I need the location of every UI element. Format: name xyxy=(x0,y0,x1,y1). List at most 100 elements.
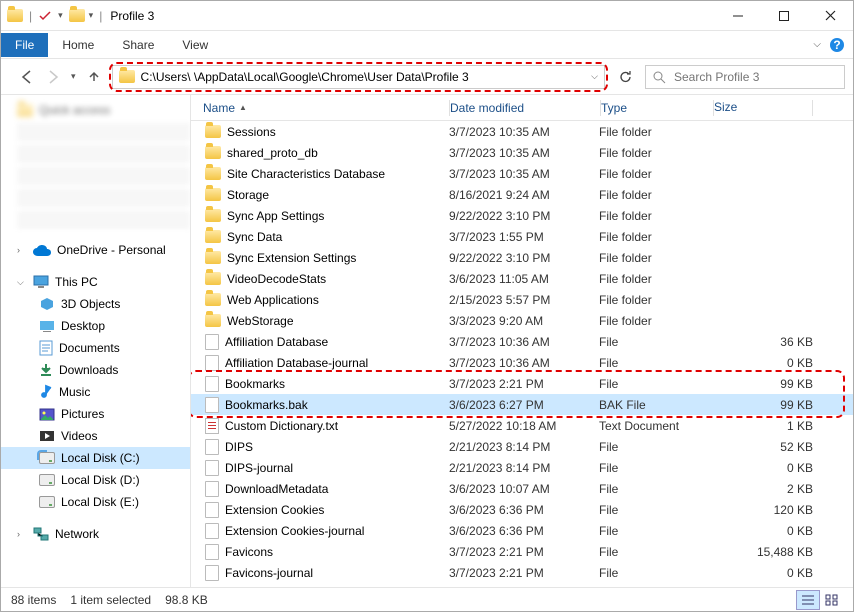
file-row[interactable]: Site Characteristics Database3/7/2023 10… xyxy=(191,163,853,184)
status-item-count: 88 items xyxy=(11,593,56,607)
file-row[interactable]: DownloadMetadata3/6/2023 10:07 AMFile2 K… xyxy=(191,478,853,499)
file-row[interactable]: Favicons-journal3/7/2023 2:21 PMFile0 KB xyxy=(191,562,853,583)
nav-network[interactable]: › Network xyxy=(1,523,190,545)
file-name: Sync Data xyxy=(227,230,282,244)
help-icon[interactable]: ? xyxy=(829,37,845,53)
file-date: 3/7/2023 10:35 AM xyxy=(449,125,599,139)
file-row[interactable]: shared_proto_db 3/7/2023 10:35 AMFile fol… xyxy=(191,142,853,163)
file-name: Storage xyxy=(227,188,269,202)
file-name: Affiliation Database xyxy=(225,335,328,349)
file-size: 0 KB xyxy=(711,461,853,475)
nav-videos[interactable]: Videos xyxy=(1,425,190,447)
file-row[interactable]: DIPS2/21/2023 8:14 PMFile52 KB xyxy=(191,436,853,457)
minimize-button[interactable] xyxy=(715,1,761,31)
refresh-button[interactable] xyxy=(611,69,639,84)
tab-share[interactable]: Share xyxy=(108,38,168,52)
column-type[interactable]: Type xyxy=(601,101,713,115)
file-row[interactable]: Sync Data3/7/2023 1:55 PMFile folder xyxy=(191,226,853,247)
details-view-button[interactable] xyxy=(797,591,819,609)
file-size: 0 KB xyxy=(711,566,853,580)
music-icon xyxy=(39,384,53,400)
file-name: Favicons xyxy=(225,545,273,559)
file-date: 2/15/2023 5:57 PM xyxy=(449,293,599,307)
qat-caret-icon[interactable]: ▾ xyxy=(89,10,94,21)
file-date: 3/6/2023 6:36 PM xyxy=(449,503,599,517)
file-row[interactable]: Web Applications2/15/2023 5:57 PMFile fo… xyxy=(191,289,853,310)
file-row[interactable]: DIPS-journal2/21/2023 8:14 PMFile0 KB xyxy=(191,457,853,478)
file-name: DIPS xyxy=(225,440,253,454)
ribbon-expand-icon[interactable]: ⌵ xyxy=(813,39,821,50)
file-date: 3/7/2023 10:36 AM xyxy=(449,356,599,370)
ribbon-tabs: File Home Share View ⌵ ? xyxy=(1,31,853,59)
column-date[interactable]: Date modified xyxy=(450,101,600,115)
file-row[interactable]: VideoDecodeStats3/6/2023 11:05 AMFile fo… xyxy=(191,268,853,289)
maximize-button[interactable] xyxy=(761,1,807,31)
nav-pictures[interactable]: Pictures xyxy=(1,403,190,425)
quick-access[interactable]: Quick access xyxy=(1,99,190,121)
status-bar: 88 items 1 item selected 98.8 KB xyxy=(1,587,853,611)
file-row[interactable]: Extension Cookies-journal3/6/2023 6:36 P… xyxy=(191,520,853,541)
file-row[interactable]: Sessions3/7/2023 10:35 AMFile folder xyxy=(191,121,853,142)
file-name: shared_proto_db xyxy=(227,146,318,160)
file-row[interactable]: Sync Extension Settings9/22/2022 3:10 PM… xyxy=(191,247,853,268)
file-date: 3/7/2023 1:55 PM xyxy=(449,230,599,244)
chevron-right-icon[interactable]: › xyxy=(17,245,27,255)
navigation-pane[interactable]: Quick access › OneDrive - Personal ⌵ Thi… xyxy=(1,95,191,587)
file-row[interactable]: Extension Cookies3/6/2023 6:36 PMFile120… xyxy=(191,499,853,520)
folder-icon xyxy=(205,146,221,159)
nav-downloads[interactable]: Downloads xyxy=(1,359,190,381)
file-row[interactable]: Bookmarks3/7/2023 2:21 PMFile99 KB xyxy=(191,373,853,394)
search-input[interactable] xyxy=(674,70,838,84)
file-row[interactable]: Favicons3/7/2023 2:21 PMFile15,488 KB xyxy=(191,541,853,562)
nav-documents[interactable]: Documents xyxy=(1,337,190,359)
up-button[interactable] xyxy=(86,69,102,85)
search-icon xyxy=(652,70,666,84)
file-date: 5/27/2022 10:18 AM xyxy=(449,419,599,433)
nav-thispc[interactable]: ⌵ This PC xyxy=(1,271,190,293)
nav-onedrive[interactable]: › OneDrive - Personal xyxy=(1,239,190,261)
file-list[interactable]: Sessions3/7/2023 10:35 AMFile foldershar… xyxy=(191,121,853,587)
forward-button[interactable] xyxy=(45,69,61,85)
qat-dropdown-icon[interactable]: ▾ xyxy=(58,10,63,21)
nav-thispc-label: This PC xyxy=(55,275,98,289)
column-headers[interactable]: Name▲ Date modified Type Size xyxy=(191,95,853,121)
chevron-right-icon[interactable]: › xyxy=(17,529,27,539)
nav-local-disk-e[interactable]: Local Disk (E:) xyxy=(1,491,190,513)
file-name: Extension Cookies xyxy=(225,503,324,517)
file-row[interactable]: Bookmarks.bak3/6/2023 6:27 PMBAK File99 … xyxy=(191,394,853,415)
qat-properties-icon[interactable] xyxy=(38,9,52,23)
tab-view[interactable]: View xyxy=(168,38,222,52)
icons-view-button[interactable] xyxy=(821,591,843,609)
search-box[interactable] xyxy=(645,65,845,89)
chevron-down-icon[interactable]: ⌵ xyxy=(17,277,27,288)
file-row[interactable]: WebStorage3/3/2023 9:20 AMFile folder xyxy=(191,310,853,331)
file-date: 3/7/2023 2:21 PM xyxy=(449,377,599,391)
file-type: File folder xyxy=(599,146,711,160)
nav-3dobjects[interactable]: 3D Objects xyxy=(1,293,190,315)
column-size[interactable]: Size xyxy=(714,100,853,116)
address-bar[interactable]: C:\Users\ \AppData\Local\Google\Chrome\U… xyxy=(112,65,605,89)
svg-text:?: ? xyxy=(833,38,840,52)
address-dropdown-icon[interactable]: ⌵ xyxy=(591,71,598,82)
nav-local-disk-d[interactable]: Local Disk (D:) xyxy=(1,469,190,491)
tab-file[interactable]: File xyxy=(1,33,48,57)
file-date: 3/7/2023 10:35 AM xyxy=(449,146,599,160)
nav-local-disk-c[interactable]: Local Disk (C:) xyxy=(1,447,190,469)
tab-home[interactable]: Home xyxy=(48,38,108,52)
column-name[interactable]: Name▲ xyxy=(191,101,449,115)
back-button[interactable] xyxy=(19,69,35,85)
close-button[interactable] xyxy=(807,1,853,31)
3dobjects-icon xyxy=(39,297,55,311)
file-row[interactable]: Affiliation Database3/7/2023 10:36 AMFil… xyxy=(191,331,853,352)
qat-folder-icon[interactable] xyxy=(69,9,85,22)
file-row[interactable]: Affiliation Database-journal3/7/2023 10:… xyxy=(191,352,853,373)
file-name: Sessions xyxy=(227,125,276,139)
nav-desktop[interactable]: Desktop xyxy=(1,315,190,337)
file-type: File xyxy=(599,503,711,517)
file-row[interactable]: Sync App Settings9/22/2022 3:10 PMFile f… xyxy=(191,205,853,226)
recent-dropdown[interactable]: ▾ xyxy=(71,71,76,82)
file-size: 2 KB xyxy=(711,482,853,496)
file-row[interactable]: Custom Dictionary.txt5/27/2022 10:18 AMT… xyxy=(191,415,853,436)
file-row[interactable]: Storage8/16/2021 9:24 AMFile folder xyxy=(191,184,853,205)
nav-music[interactable]: Music xyxy=(1,381,190,403)
